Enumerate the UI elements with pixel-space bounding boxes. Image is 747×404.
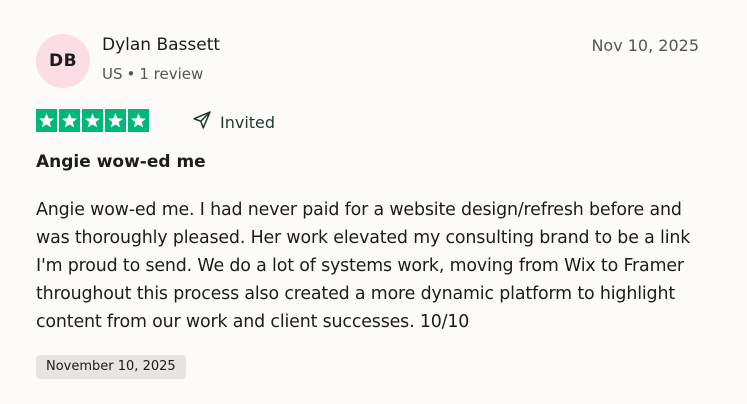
- experience-date-badge: November 10, 2025: [36, 355, 186, 379]
- invited-badge[interactable]: Invited: [192, 110, 275, 134]
- star-icon: [128, 109, 149, 132]
- star-rating: [36, 109, 149, 132]
- review-title[interactable]: Angie wow-ed me: [36, 152, 206, 172]
- reviewer-name[interactable]: Dylan Bassett: [102, 35, 220, 55]
- reviewer-meta: US • 1 review: [102, 65, 203, 83]
- review-date: Nov 10, 2025: [591, 36, 699, 55]
- invited-label: Invited: [220, 112, 276, 132]
- avatar-initials: DB: [48, 51, 78, 71]
- review-body: Angie wow-ed me. I had never paid for a …: [36, 200, 691, 332]
- meta-separator: •: [126, 65, 136, 83]
- avatar[interactable]: DB: [36, 34, 90, 88]
- star-icon: [36, 109, 57, 132]
- star-icon: [59, 109, 80, 132]
- send-icon: [192, 110, 212, 134]
- star-icon: [82, 109, 103, 132]
- reviewer-review-count: 1 review: [139, 65, 204, 83]
- star-icon: [105, 109, 126, 132]
- reviewer-country: US: [102, 65, 123, 83]
- review-card: DB Dylan Bassett US • 1 review Nov 10, 202…: [0, 0, 747, 404]
